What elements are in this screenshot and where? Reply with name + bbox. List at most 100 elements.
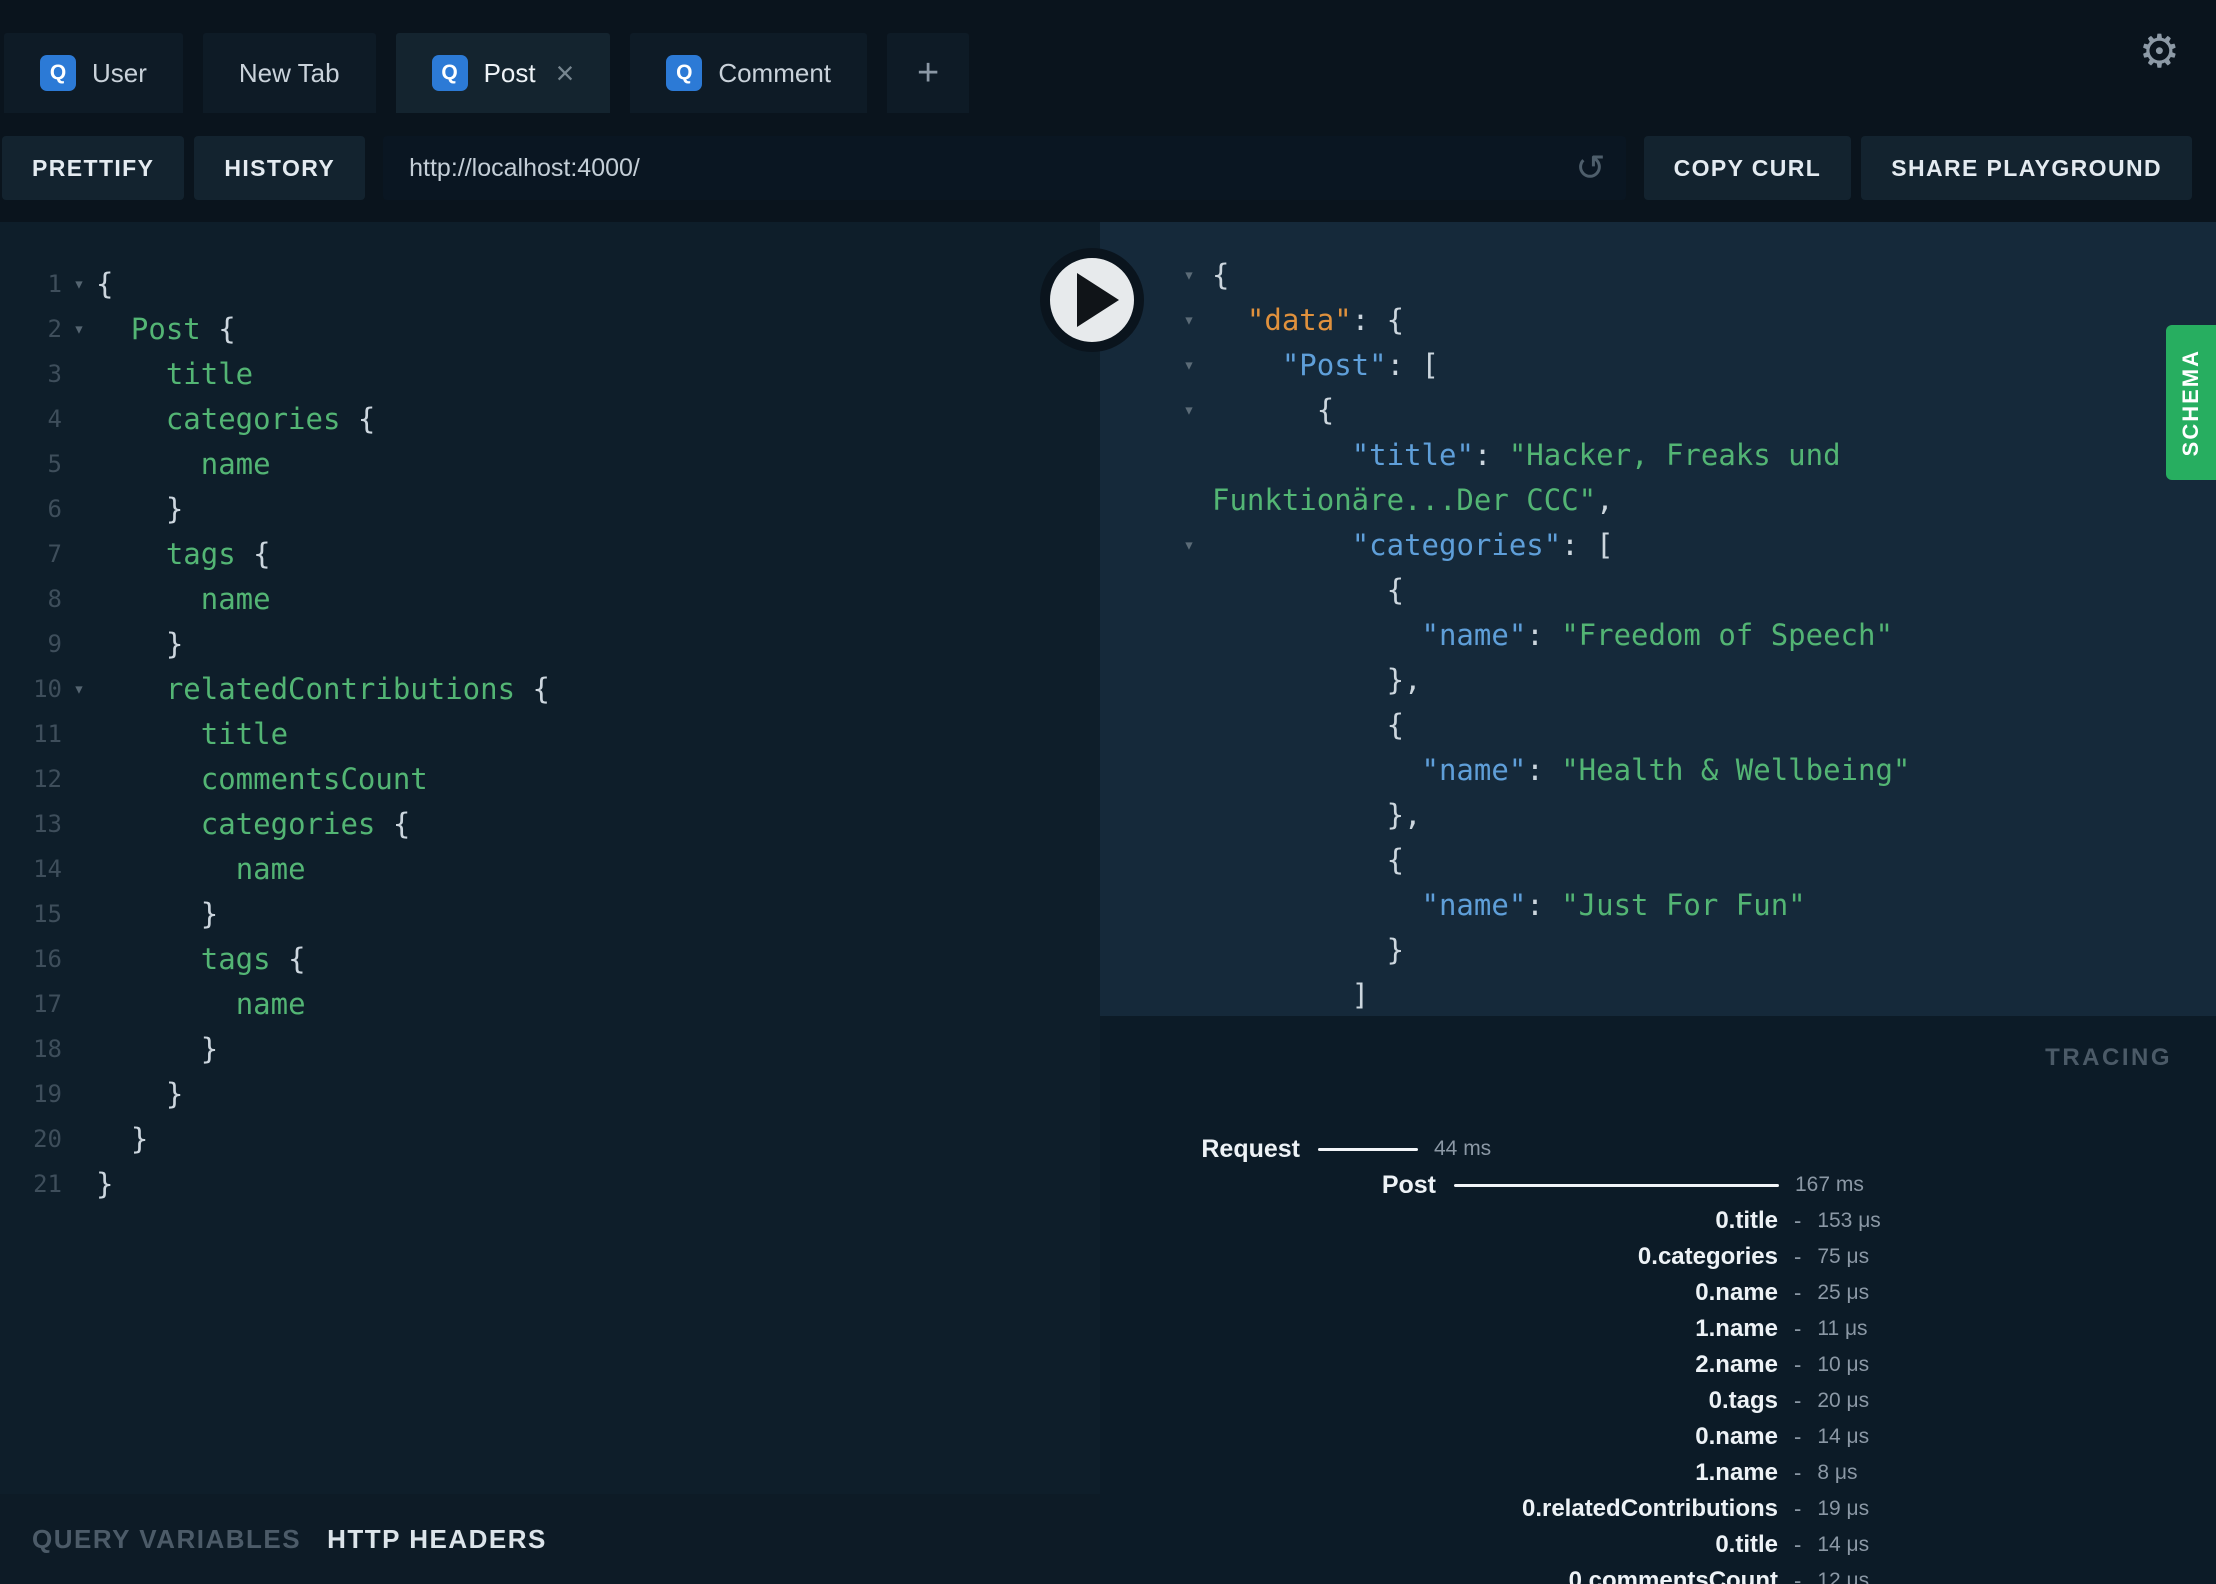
fold-arrow-icon[interactable]: ▾ [62, 307, 96, 352]
fold-arrow-icon[interactable]: ▾ [1172, 523, 1206, 568]
trace-dash: - [1794, 1532, 1802, 1557]
new-tab-button[interactable]: + [887, 33, 970, 113]
endpoint-url-input[interactable]: http://localhost:4000/ ↺ [383, 136, 1626, 200]
trace-dash: - [1794, 1568, 1802, 1584]
main-split: 1 ▾{2 ▾ Post {3 title 4 categories {5 name 6… [0, 222, 2216, 1584]
fold-arrow-icon [62, 1117, 96, 1162]
trace-field-name: 0.title [1715, 1207, 1778, 1234]
query-editor-pane[interactable]: 1 ▾{2 ▾ Post {3 title 4 categories {5 name 6… [0, 222, 1100, 1584]
trace-row: 1.name -8 μs [1100, 1455, 2216, 1491]
fold-arrow-icon [62, 532, 96, 577]
code-token: { [1212, 843, 1405, 877]
tab-post[interactable]: Q Post × [395, 33, 611, 113]
code-token: : { [1351, 303, 1405, 337]
tab-list: Q User New Tab Q Post × Q Comment + [4, 33, 970, 113]
fold-arrow-icon[interactable]: ▾ [1172, 253, 1206, 298]
trace-time: 19 μs [1817, 1497, 1870, 1520]
line-number: 11 [33, 720, 62, 748]
code-token: { [235, 537, 271, 571]
execute-query-button[interactable] [1040, 248, 1144, 352]
response-line: "name": "Freedom of Speech" [1100, 613, 2216, 658]
code-token: : [1473, 438, 1509, 472]
trace-field-name: 0.commentsCount [1568, 1567, 1778, 1584]
trace-row: 0.name -14 μs [1100, 1419, 2216, 1455]
code-token: tags [200, 942, 271, 976]
query-line: 11 title [0, 712, 1100, 757]
line-number: 2 [47, 315, 62, 343]
http-headers-tab[interactable]: HTTP HEADERS [327, 1524, 547, 1555]
trace-time: 167 ms [1795, 1173, 1864, 1196]
graphql-playground-window: Q User New Tab Q Post × Q Comment + ⚙ PRETTIFY H… [0, 0, 2216, 1584]
code-token: { [1212, 258, 1230, 292]
fold-arrow-icon[interactable]: ▾ [1172, 343, 1206, 388]
fold-arrow-icon [62, 442, 96, 487]
query-line: 4 categories { [0, 397, 1100, 442]
reload-icon[interactable]: ↺ [1575, 150, 1605, 186]
trace-dash: - [1794, 1352, 1802, 1377]
share-playground-button[interactable]: SHARE PLAYGROUND [1861, 136, 2192, 200]
tracing-panel: TRACING Request 44 ms Post 167 ms 0.title -15… [1100, 1016, 2216, 1584]
code-token: } [96, 492, 184, 526]
fold-arrow-icon [62, 1072, 96, 1117]
response-pane: ▾{▾ "data": {▾ "Post": [▾ { "title": "Ha… [1100, 222, 2216, 1584]
code-token: Funktionäre...Der CCC" [1212, 483, 1597, 517]
copy-curl-button[interactable]: COPY CURL [1643, 136, 1852, 200]
code-token: } [96, 1077, 184, 1111]
fold-arrow-icon[interactable]: ▾ [1172, 388, 1206, 433]
history-button[interactable]: HISTORY [194, 136, 366, 200]
fold-arrow-icon[interactable]: ▾ [1172, 298, 1206, 343]
endpoint-url-value[interactable]: http://localhost:4000/ [409, 154, 1575, 183]
code-token: "Freedom of Speech" [1561, 618, 1893, 652]
close-tab-icon[interactable]: × [556, 57, 575, 89]
code-token: tags [165, 537, 236, 571]
fold-arrow-icon[interactable]: ▾ [62, 667, 96, 712]
response-line: { [1100, 568, 2216, 613]
code-token: "categories" [1351, 528, 1562, 562]
tab-comment[interactable]: Q Comment [630, 33, 868, 113]
play-icon [1077, 273, 1119, 327]
code-token: }, [1212, 798, 1422, 832]
query-badge: Q [40, 55, 76, 91]
code-token: { [375, 807, 411, 841]
query-line: 7 tags { [0, 532, 1100, 577]
code-token: categories [165, 402, 341, 436]
code-token: "title" [1351, 438, 1474, 472]
schema-tab[interactable]: SCHEMA [2166, 325, 2216, 480]
tab-label: New Tab [238, 57, 340, 88]
response-viewer[interactable]: ▾{▾ "data": {▾ "Post": [▾ { "title": "Ha… [1100, 222, 2216, 1016]
trace-dash: - [1794, 1244, 1802, 1269]
code-token: "name" [1421, 888, 1527, 922]
query-variables-tab[interactable]: QUERY VARIABLES [32, 1524, 301, 1555]
query-line: 13 categories { [0, 802, 1100, 847]
fold-arrow-icon[interactable]: ▾ [62, 262, 96, 307]
code-token: } [96, 627, 184, 661]
query-line: 21} [0, 1162, 1100, 1207]
tab-user[interactable]: Q User [4, 33, 183, 113]
fold-arrow-icon [62, 937, 96, 982]
query-editor[interactable]: 1 ▾{2 ▾ Post {3 title 4 categories {5 name 6… [0, 222, 1100, 1207]
response-line: ▾{ [1100, 253, 2216, 298]
response-line: "name": "Health & Wellbeing" [1100, 748, 2216, 793]
trace-row: 0.title -153 μs [1100, 1203, 2216, 1239]
trace-time: 25 μs [1817, 1281, 1870, 1304]
line-number: 21 [33, 1170, 62, 1198]
response-line: ▾ { [1100, 388, 2216, 433]
code-token: title [200, 717, 289, 751]
code-token: } [1212, 933, 1405, 967]
settings-gear-icon[interactable]: ⚙ [2139, 28, 2180, 74]
editor-bottom-bar: QUERY VARIABLES HTTP HEADERS [0, 1494, 1100, 1584]
query-line: 19 } [0, 1072, 1100, 1117]
tab-new-tab[interactable]: New Tab [202, 33, 376, 113]
prettify-button[interactable]: PRETTIFY [2, 136, 185, 200]
code-token: commentsCount [200, 762, 428, 796]
code-token: "Post" [1281, 348, 1387, 382]
query-badge: Q [666, 55, 703, 91]
